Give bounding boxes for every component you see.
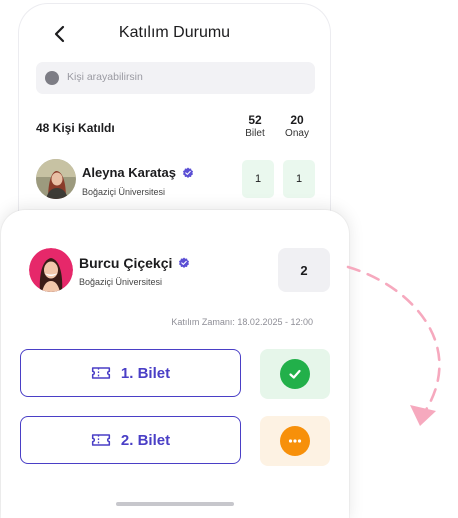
check-icon bbox=[289, 369, 301, 379]
ticket-2-label: 2. Bilet bbox=[120, 431, 171, 449]
approved-total-stat: 20 Onay bbox=[277, 113, 317, 139]
ticket-total-value: 52 bbox=[248, 113, 262, 127]
attendance-screen: Katılım Durumu Kişi arayabilirsin 48 Kiş… bbox=[18, 3, 331, 243]
page-title: Katılım Durumu bbox=[118, 24, 231, 41]
attendee-count: 48 Kişi Katıldı bbox=[36, 121, 115, 135]
ticket-1-status[interactable] bbox=[260, 349, 330, 399]
avatar-photo bbox=[29, 248, 73, 292]
verified-badge-icon bbox=[179, 257, 190, 268]
ticket-total-stat: 52 Bilet bbox=[235, 113, 275, 139]
list-item-name[interactable]: Aleyna Karataş bbox=[82, 165, 194, 180]
search-input[interactable]: Kişi arayabilirsin bbox=[36, 62, 315, 94]
detail-university: Boğaziçi Üniversitesi bbox=[79, 277, 163, 287]
search-placeholder: Kişi arayabilirsin bbox=[67, 71, 143, 83]
detail-name: Burcu Çiçekçi bbox=[79, 255, 190, 271]
detail-avatar[interactable] bbox=[29, 248, 73, 292]
join-time: Katılım Zamanı: 18.02.2025 - 12:00 bbox=[171, 317, 313, 327]
ticket-2-button[interactable]: 2. Bilet bbox=[20, 416, 241, 464]
verified-badge-icon bbox=[182, 167, 193, 178]
list-item-name-text: Aleyna Karataş bbox=[82, 165, 176, 180]
approved-status bbox=[280, 359, 310, 389]
attendee-detail-card: Burcu Çiçekçi Boğaziçi Üniversitesi 2 Ka… bbox=[1, 210, 349, 518]
avatar-photo bbox=[36, 159, 76, 199]
detail-ticket-count: 2 bbox=[278, 248, 330, 292]
detail-name-text: Burcu Çiçekçi bbox=[79, 255, 173, 271]
ticket-icon bbox=[91, 367, 110, 379]
ticket-total-label: Bilet bbox=[245, 128, 265, 139]
search-icon bbox=[45, 71, 59, 85]
home-indicator bbox=[116, 502, 234, 506]
ticket-2-status[interactable] bbox=[260, 416, 330, 466]
dashed-arrow-icon bbox=[346, 265, 441, 426]
list-item-ticket-count: 1 bbox=[242, 160, 274, 198]
pending-status bbox=[280, 426, 310, 456]
ticket-1-label: 1. Bilet bbox=[120, 364, 171, 382]
list-item-university: Boğaziçi Üniversitesi bbox=[82, 187, 166, 197]
list-item-approved-count: 1 bbox=[283, 160, 315, 198]
avatar[interactable] bbox=[36, 159, 76, 199]
approved-total-value: 20 bbox=[290, 113, 304, 127]
more-dots-icon bbox=[288, 439, 302, 443]
ticket-1-button[interactable]: 1. Bilet bbox=[20, 349, 241, 397]
join-time-value: 18.02.2025 - 12:00 bbox=[237, 317, 313, 327]
approved-total-label: Onay bbox=[285, 128, 309, 139]
join-time-label: Katılım Zamanı: bbox=[171, 317, 235, 327]
ticket-icon bbox=[91, 434, 110, 446]
